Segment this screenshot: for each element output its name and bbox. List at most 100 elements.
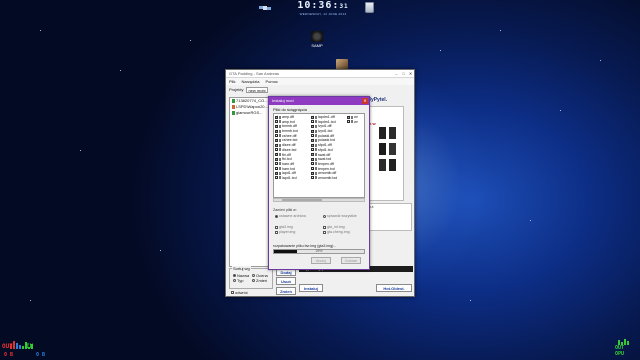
dialog-close-button[interactable]: ✕ bbox=[362, 98, 368, 104]
cancel-button[interactable]: Anuluj bbox=[311, 257, 331, 264]
close-button[interactable]: ✕ bbox=[408, 71, 413, 76]
clock-time: 10:36: bbox=[297, 0, 340, 11]
replace-option[interactable]: gta3.img bbox=[275, 225, 293, 229]
menu-file[interactable]: Plik bbox=[229, 79, 235, 84]
checkbox-icon bbox=[311, 152, 314, 157]
replace-option[interactable]: gta_int.img bbox=[323, 225, 345, 229]
sort-option-change[interactable]: Zmień bbox=[252, 278, 267, 283]
replace-option[interactable]: sprawdź wszystkie bbox=[323, 214, 357, 218]
clock-date: WEDNESDAY, 12 JUNE 2013 bbox=[299, 12, 347, 16]
file-name: dlsee.dff bbox=[282, 143, 296, 148]
mod-preview-image: sk w bbox=[364, 106, 404, 201]
replace-option[interactable]: gta.cheng.img bbox=[323, 230, 350, 234]
file-name: tenpen.txd bbox=[318, 166, 335, 171]
file-name: lapd1.txd bbox=[282, 175, 297, 180]
radio-icon bbox=[233, 274, 236, 278]
file-icon bbox=[315, 120, 317, 124]
network-monitor-right: OUT OPU bbox=[615, 331, 637, 357]
checkbox-icon bbox=[311, 167, 314, 171]
file-icon bbox=[315, 124, 317, 128]
file-name: sfpd1.txd bbox=[318, 147, 333, 152]
file-icon bbox=[315, 129, 317, 133]
checkbox-icon bbox=[275, 138, 278, 143]
checkbox-icon bbox=[275, 167, 278, 171]
file-column: amp.dffamp.txdbmmb.dffbmmb.txdcshee.dffc… bbox=[275, 115, 298, 181]
file-icon bbox=[279, 167, 281, 171]
checkbox-icon bbox=[275, 171, 278, 176]
checkbox-icon bbox=[311, 171, 314, 176]
file-icon bbox=[315, 138, 317, 142]
file-column: lapdm1.dfflapdm1.txdlvpd1.dfflvpd1.txdpu… bbox=[311, 115, 337, 181]
checkbox-icon bbox=[275, 148, 278, 152]
checkbox-icon bbox=[311, 157, 314, 162]
file-name: lvpd1.txd bbox=[318, 129, 333, 134]
file-icon bbox=[315, 171, 317, 175]
replace-option[interactable]: player.img bbox=[275, 230, 295, 234]
clock-seconds: 31 bbox=[339, 3, 349, 10]
replace-option-label: sprawdź wszystkie bbox=[327, 214, 357, 218]
radio-icon bbox=[233, 279, 236, 283]
checkbox-icon bbox=[275, 152, 278, 157]
menu-bar: Plik Narzędzia Pomoc bbox=[226, 78, 414, 85]
file-list[interactable]: amp.dffamp.txdbmmb.dffbmmb.txdcshee.dffc… bbox=[273, 113, 365, 198]
desktop-clock: 10:36:31 WEDNESDAY, 12 JUNE 2013 bbox=[292, 0, 354, 17]
checkbox-icon bbox=[275, 134, 278, 138]
replace-option[interactable]: ustawne archiwa bbox=[275, 214, 306, 218]
progress-text: 25% bbox=[315, 249, 323, 253]
checkbox-icon bbox=[311, 176, 314, 181]
file-name: lvpd1.dff bbox=[318, 124, 332, 129]
samp-icon[interactable] bbox=[311, 31, 323, 42]
file-name: cshee.dff bbox=[282, 133, 297, 138]
samp-icon-label: SAMP bbox=[311, 43, 323, 48]
checkbox-icon bbox=[311, 120, 314, 124]
file-name: amp.txd bbox=[282, 119, 295, 124]
sort-option-label: Zmień bbox=[256, 278, 268, 283]
main-titlebar[interactable]: GTA Padding - San Andreas – □ ✕ bbox=[226, 70, 414, 78]
file-name: pulaski.txd bbox=[318, 138, 335, 143]
checkbox-icon bbox=[275, 129, 278, 134]
dialog-titlebar[interactable]: Instaluj mod ✕ bbox=[269, 97, 369, 105]
files-label: Pliki do ściągnięcia bbox=[273, 107, 307, 112]
file-icon bbox=[315, 176, 317, 180]
checkbox-icon bbox=[275, 176, 278, 181]
checkbox-icon bbox=[275, 115, 278, 120]
network-monitor-left: OUT IN 0 B 0 B bbox=[2, 338, 52, 358]
file-item[interactable]: lapd1.txd bbox=[275, 176, 298, 181]
change-button[interactable]: Zmień bbox=[276, 287, 296, 295]
file-item[interactable]: wmomib.txd bbox=[311, 176, 337, 181]
file-name: amp.dff bbox=[282, 115, 294, 119]
file-name: sfpd1.dff bbox=[318, 143, 332, 148]
file-icon bbox=[315, 115, 317, 119]
recycle-bin-icon[interactable] bbox=[365, 2, 374, 13]
checkbox-icon bbox=[275, 162, 278, 167]
satellite-icon[interactable] bbox=[259, 3, 271, 13]
about-button[interactable]: Hot.Oldest. bbox=[376, 284, 412, 292]
file-item[interactable]: wr bbox=[347, 120, 358, 125]
checkbox-icon bbox=[311, 115, 314, 120]
project-combo[interactable]: new mobi bbox=[246, 86, 268, 93]
dialog-title: Instaluj mod bbox=[272, 98, 294, 103]
replace-option-label: player.img bbox=[279, 230, 296, 234]
remove-button[interactable]: Usuń bbox=[276, 277, 296, 285]
file-icon bbox=[315, 157, 317, 161]
menu-help[interactable]: Pomoc bbox=[265, 79, 277, 84]
sort-option-type[interactable]: Typ bbox=[233, 278, 243, 283]
sort-group: Sortuj wg Nazwa Typ Ocena Zmień bbox=[229, 266, 273, 289]
file-name: lapd1.dff bbox=[282, 171, 296, 176]
maximize-button[interactable]: □ bbox=[401, 71, 406, 76]
reverse-checkbox[interactable]: odwróć bbox=[231, 290, 248, 295]
file-icon bbox=[279, 143, 281, 147]
file-icon bbox=[351, 115, 353, 119]
done-button[interactable]: Gotowe bbox=[341, 257, 361, 264]
menu-tools[interactable]: Narzędzia bbox=[241, 79, 259, 84]
file-list-scrollbar[interactable] bbox=[273, 198, 365, 202]
list-item-label: LSPD\Wapon20... bbox=[236, 104, 268, 109]
checkbox-icon bbox=[275, 124, 278, 129]
checkbox-icon bbox=[323, 230, 326, 234]
install-button[interactable]: Instaluj bbox=[299, 284, 323, 292]
checkbox-icon bbox=[275, 120, 278, 124]
file-icon bbox=[315, 167, 317, 171]
list-item-label: glamoorRGS... bbox=[236, 110, 263, 115]
minimize-button[interactable]: – bbox=[394, 71, 399, 76]
file-icon bbox=[351, 120, 353, 124]
